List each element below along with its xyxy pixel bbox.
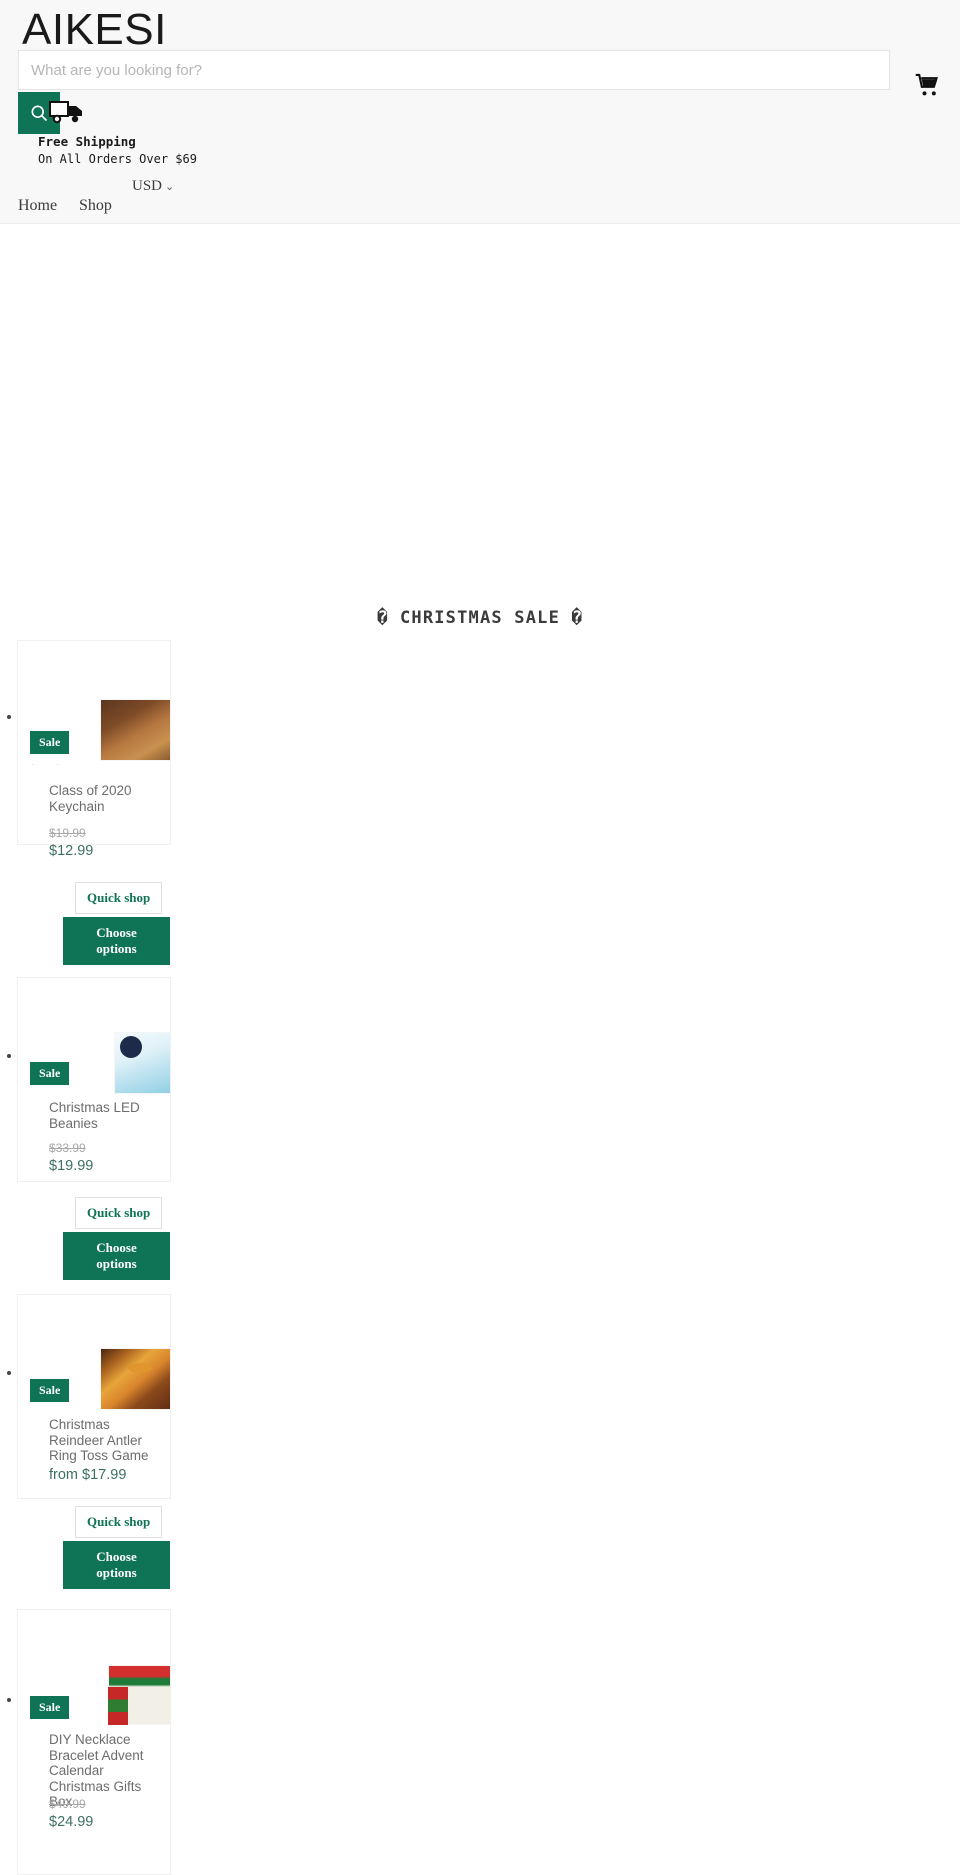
- product-media: Sale: [18, 1610, 170, 1734]
- price-compare: $19.99: [49, 826, 86, 840]
- product-image[interactable]: [100, 699, 170, 761]
- shipping-subtitle: On All Orders Over $69: [38, 151, 197, 166]
- price-current: from $17.99: [49, 1467, 127, 1483]
- cart-glyph: [915, 73, 938, 96]
- product-title[interactable]: Christmas Reindeer Antler Ring Toss Game: [49, 1417, 167, 1464]
- search-bar: [18, 50, 890, 90]
- status-badge: Sale: [30, 731, 70, 754]
- price-compare: $49.99: [49, 1797, 86, 1811]
- shopping-cart-icon[interactable]: [914, 72, 942, 100]
- carousel-arrows[interactable]: ( ): [30, 763, 70, 765]
- status-badge: Sale: [30, 1696, 70, 1719]
- search-glyph: [31, 105, 48, 122]
- product-media: Sale: [18, 978, 170, 1102]
- choose-options-button[interactable]: Choose options: [63, 1232, 170, 1280]
- price-compare: $33.99: [49, 1141, 86, 1155]
- main-navigation: Home Shop: [0, 190, 960, 224]
- collection-title: � CHRISTMAS SALE �: [377, 608, 583, 629]
- quick-shop-button[interactable]: Quick shop: [75, 1197, 163, 1229]
- price-current: $19.99: [49, 1158, 94, 1174]
- list-bullet: [7, 1371, 11, 1375]
- beanie-pompom-decor: [120, 1036, 142, 1058]
- truck-glyph: [49, 101, 82, 124]
- calendar-grid-decor: [108, 1687, 128, 1725]
- quick-shop-button[interactable]: Quick shop: [75, 882, 163, 914]
- delivery-truck-icon: [48, 93, 88, 133]
- status-badge: Sale: [30, 1062, 70, 1085]
- product-card: Sale Christmas Reindeer Antler Ring Toss…: [7, 1294, 171, 1589]
- product-title[interactable]: Class of 2020 Keychain: [49, 783, 167, 814]
- site-logo[interactable]: AIKESI: [22, 8, 167, 52]
- antler-decor: [128, 1363, 152, 1373]
- product-image[interactable]: [100, 1348, 170, 1410]
- price-current: $12.99: [49, 843, 94, 859]
- list-bullet: [7, 1054, 11, 1058]
- product-card: Sale DIY Necklace Bracelet Advent Calend…: [7, 1609, 171, 1875]
- shipping-title: Free Shipping: [38, 134, 136, 149]
- free-shipping-note: Free Shipping On All Orders Over $69: [38, 134, 197, 167]
- nav-item-shop[interactable]: Shop: [79, 197, 112, 215]
- choose-options-button[interactable]: Choose options: [63, 917, 170, 965]
- quick-shop-button[interactable]: Quick shop: [75, 1506, 163, 1538]
- product-card: Sale ( ) Class of 2020 Keychain $19.99 $…: [7, 640, 171, 965]
- product-card: Sale Christmas LED Beanies $33.99 $19.99…: [7, 977, 171, 1280]
- product-title[interactable]: Christmas LED Beanies: [49, 1100, 167, 1131]
- list-bullet: [7, 1698, 11, 1702]
- product-media: Sale: [18, 1295, 170, 1419]
- list-bullet: [7, 715, 11, 719]
- site-header: AIKESI Free Shipping On All Orders Over …: [0, 0, 960, 224]
- search-input[interactable]: [18, 50, 890, 90]
- nav-item-home[interactable]: Home: [18, 197, 57, 215]
- choose-options-button[interactable]: Choose options: [63, 1541, 170, 1589]
- product-media: Sale ( ): [18, 641, 170, 765]
- status-badge: Sale: [30, 1379, 70, 1402]
- price-current: $24.99: [49, 1814, 94, 1830]
